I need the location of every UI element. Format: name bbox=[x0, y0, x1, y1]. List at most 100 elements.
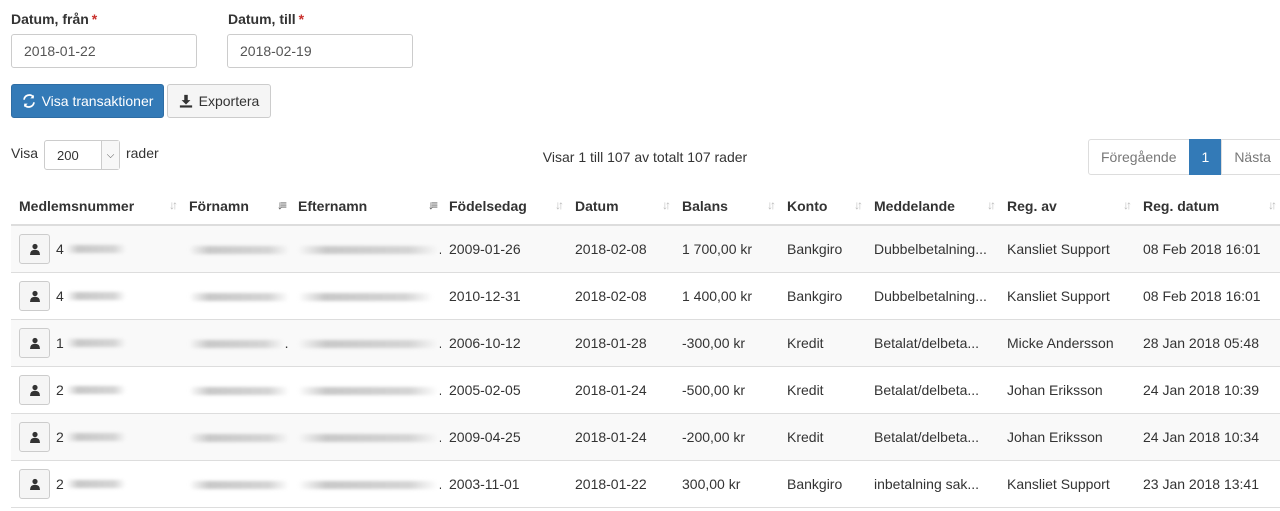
table-row: 4 2009-01-26 2018-02-08 1 700,00 kr Bank… bbox=[11, 225, 1280, 273]
export-label: Exportera bbox=[198, 93, 260, 109]
col-balance[interactable]: Balans ↓↑ bbox=[674, 187, 779, 226]
col-member-no-label: Medlemsnummer bbox=[19, 197, 135, 214]
col-message-label: Meddelande bbox=[874, 197, 955, 214]
user-icon bbox=[29, 384, 40, 396]
refresh-icon bbox=[22, 94, 35, 108]
member-profile-button[interactable] bbox=[19, 421, 50, 452]
download-icon bbox=[179, 94, 192, 108]
cell-last-name bbox=[290, 272, 441, 320]
next-page-button[interactable]: Nästa bbox=[1221, 139, 1280, 175]
member-profile-button[interactable] bbox=[19, 374, 50, 405]
member-profile-button[interactable] bbox=[19, 468, 50, 499]
col-reg-date[interactable]: Reg. datum ↓↑ bbox=[1135, 187, 1280, 226]
table-row: 2 2009-04-25 2018-01-24 -200,00 kr Kredi… bbox=[11, 413, 1280, 461]
cell-message: Betalat/delbeta... bbox=[866, 319, 999, 367]
table-row: 4 2010-12-31 2018-02-08 1 400,00 kr Bank… bbox=[11, 272, 1280, 320]
redacted-member-no bbox=[65, 291, 126, 300]
prev-page-button[interactable]: Föregående bbox=[1088, 139, 1190, 175]
redacted-first-name bbox=[189, 339, 284, 348]
col-member-no[interactable]: Medlemsnummer ↓↑ bbox=[11, 187, 181, 226]
cell-reg-by: Kansliet Support bbox=[999, 225, 1135, 273]
sort-icon: ↓↑ bbox=[1123, 198, 1132, 212]
cell-date: 2018-01-24 bbox=[567, 413, 674, 461]
redacted-member-no bbox=[65, 385, 126, 394]
member-profile-button[interactable] bbox=[19, 327, 50, 358]
cell-date: 2018-01-28 bbox=[567, 319, 674, 367]
cell-balance: 300,00 kr bbox=[674, 460, 779, 508]
col-reg-by[interactable]: Reg. av ↓↑ bbox=[999, 187, 1135, 226]
cell-first-name bbox=[181, 319, 290, 367]
cell-last-name bbox=[290, 366, 441, 414]
sort-asc-icon: ↓≡ bbox=[427, 198, 438, 212]
cell-member-no: 4 bbox=[11, 225, 181, 273]
redacted-first-name bbox=[189, 433, 289, 442]
col-account-label: Konto bbox=[787, 197, 828, 214]
cell-balance: 1 700,00 kr bbox=[674, 225, 779, 273]
redacted-last-name bbox=[298, 339, 438, 348]
date-to-label: Datum, till * bbox=[228, 11, 304, 27]
cell-reg-by: Johan Eriksson bbox=[999, 413, 1135, 461]
col-date[interactable]: Datum ↓↑ bbox=[567, 187, 674, 226]
cell-reg-date: 08 Feb 2018 16:01 bbox=[1135, 225, 1280, 273]
redacted-last-name bbox=[298, 246, 438, 255]
cell-date: 2018-01-22 bbox=[567, 460, 674, 508]
user-icon bbox=[29, 431, 40, 443]
table-header-row: Medlemsnummer ↓↑ Förnamn ↓≡ Efternamn ↓≡ Fö… bbox=[11, 187, 1280, 226]
cell-member-no: 4 bbox=[11, 272, 181, 320]
show-transactions-label: Visa transaktioner bbox=[41, 93, 154, 109]
user-icon bbox=[29, 478, 40, 490]
cell-member-no: 1 bbox=[11, 319, 181, 367]
col-birth-date[interactable]: Födelsedag ↓↑ bbox=[441, 187, 567, 226]
cell-date: 2018-02-08 bbox=[567, 225, 674, 273]
cell-birth-date: 2009-01-26 bbox=[441, 225, 567, 273]
redacted-last-name bbox=[298, 292, 433, 301]
date-from-input[interactable] bbox=[11, 34, 197, 68]
redacted-last-name bbox=[298, 386, 438, 395]
table-row: 2 2003-11-01 2018-01-22 300,00 kr Bankgi… bbox=[11, 460, 1280, 508]
cell-first-name bbox=[181, 225, 290, 273]
cell-birth-date: 2005-02-05 bbox=[441, 366, 567, 414]
cell-account: Kredit bbox=[779, 319, 866, 367]
sort-icon: ↓↑ bbox=[662, 198, 671, 212]
sort-icon: ↓↑ bbox=[169, 198, 178, 212]
cell-last-name bbox=[290, 413, 441, 461]
sort-asc-icon: ↓≡ bbox=[276, 198, 287, 212]
redacted-first-name bbox=[189, 480, 289, 489]
col-last-name[interactable]: Efternamn ↓≡ bbox=[290, 187, 441, 226]
member-no-value: 4 bbox=[56, 287, 64, 304]
col-account[interactable]: Konto ↓↑ bbox=[779, 187, 866, 226]
cell-balance: 1 400,00 kr bbox=[674, 272, 779, 320]
required-mark: * bbox=[298, 11, 305, 27]
redacted-member-no bbox=[65, 244, 126, 253]
user-icon bbox=[29, 243, 40, 255]
cell-first-name bbox=[181, 366, 290, 414]
col-first-name[interactable]: Förnamn ↓≡ bbox=[181, 187, 290, 226]
cell-account: Kredit bbox=[779, 366, 866, 414]
date-to-input[interactable] bbox=[227, 34, 413, 68]
export-button[interactable]: Exportera bbox=[167, 84, 271, 118]
member-profile-button[interactable] bbox=[19, 280, 50, 311]
cell-first-name bbox=[181, 272, 290, 320]
redacted-last-name bbox=[298, 480, 438, 489]
sort-icon: ↓↑ bbox=[767, 198, 776, 212]
show-transactions-button[interactable]: Visa transaktioner bbox=[11, 84, 164, 118]
table-row: 2 2005-02-05 2018-01-24 -500,00 kr Kredi… bbox=[11, 366, 1280, 414]
member-no-value: 2 bbox=[56, 475, 64, 492]
cell-account: Bankgiro bbox=[779, 460, 866, 508]
cell-balance: -300,00 kr bbox=[674, 319, 779, 367]
page-button-1[interactable]: 1 bbox=[1188, 139, 1223, 175]
cell-balance: -500,00 kr bbox=[674, 366, 779, 414]
sort-icon: ↓↑ bbox=[555, 198, 564, 212]
redacted-first-name bbox=[189, 246, 289, 255]
cell-message: Dubbelbetalning... bbox=[866, 225, 999, 273]
member-no-value: 1 bbox=[56, 334, 64, 351]
member-no-value: 4 bbox=[56, 240, 64, 257]
col-balance-label: Balans bbox=[682, 197, 728, 214]
member-no-value: 2 bbox=[56, 381, 64, 398]
sort-icon: ↓↑ bbox=[987, 198, 996, 212]
cell-member-no: 2 bbox=[11, 366, 181, 414]
col-message[interactable]: Meddelande ↓↑ bbox=[866, 187, 999, 226]
cell-member-no: 2 bbox=[11, 413, 181, 461]
member-profile-button[interactable] bbox=[19, 233, 50, 264]
date-from-label-text: Datum, från bbox=[11, 11, 89, 27]
